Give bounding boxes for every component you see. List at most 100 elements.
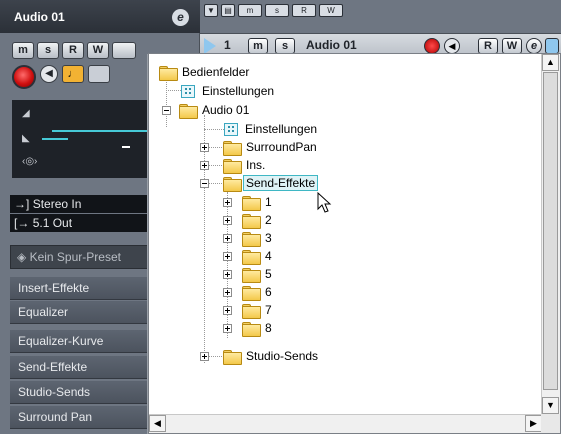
- tree-item-send-8[interactable]: 8: [223, 320, 275, 337]
- folder-icon: [223, 176, 242, 192]
- track-monitor-button[interactable]: ◀: [444, 38, 460, 54]
- track-record-button[interactable]: [424, 38, 440, 54]
- settings-icon: [181, 84, 195, 98]
- horizontal-scroll-track[interactable]: [167, 416, 523, 431]
- tree-label: Send-Effekte: [243, 175, 319, 191]
- track-name[interactable]: Audio 01: [306, 38, 357, 52]
- input-label: Stereo In: [32, 197, 82, 211]
- folder-icon: [179, 103, 198, 119]
- tree-item-send-1[interactable]: 1: [223, 194, 275, 211]
- tree-label: 5: [265, 267, 272, 281]
- preset-label: Kein Spur-Preset: [29, 250, 121, 264]
- track-write-button[interactable]: W: [502, 38, 522, 54]
- track-lanes-button[interactable]: [545, 38, 559, 54]
- tree-item-einstellungen-root[interactable]: Einstellungen: [181, 83, 277, 99]
- expand-icon[interactable]: [200, 160, 209, 170]
- global-mute-button[interactable]: m: [238, 4, 262, 17]
- folder-icon: [223, 349, 242, 365]
- output-label: 5.1 Out: [32, 216, 73, 230]
- tree-label: 6: [265, 285, 272, 299]
- track-number: 1: [224, 38, 231, 52]
- tree-item-send-6[interactable]: 6: [223, 284, 275, 301]
- tree-item-send-effekte[interactable]: Send-Effekte: [200, 175, 319, 192]
- expand-icon[interactable]: [223, 233, 232, 243]
- lanes-button[interactable]: [112, 42, 136, 59]
- vertical-scroll-thumb[interactable]: [543, 72, 558, 390]
- folder-icon: [223, 140, 242, 156]
- global-solo-button[interactable]: s: [265, 4, 289, 17]
- settings-icon: [224, 122, 238, 136]
- expand-icon[interactable]: [223, 287, 232, 297]
- inspector-button-row: m s R W: [12, 42, 136, 59]
- tree-label: SurroundPan: [246, 140, 317, 154]
- pan-marker: [122, 146, 130, 148]
- scroll-left-icon[interactable]: ◀: [149, 415, 166, 432]
- tree-label: Audio 01: [202, 103, 250, 117]
- solo-button[interactable]: s: [37, 42, 59, 59]
- track-read-button[interactable]: R: [478, 38, 498, 54]
- inspector-record-row: ◀ ♩: [12, 65, 110, 89]
- scroll-up-icon[interactable]: ▲: [542, 54, 559, 71]
- volume-icon: ◢: [22, 108, 30, 119]
- folder-icon: [242, 213, 261, 229]
- expand-icon[interactable]: [223, 305, 232, 315]
- folder-icon: [242, 231, 261, 247]
- expand-icon[interactable]: [223, 197, 232, 207]
- expand-icon[interactable]: [200, 142, 209, 152]
- tree-item-send-5[interactable]: 5: [223, 266, 275, 283]
- horizontal-scrollbar[interactable]: ◀ ▶: [149, 414, 542, 433]
- folder-icon: [223, 158, 242, 174]
- controls-tree-popup: Bedienfelder Einstellungen Audio 01 Eins…: [148, 53, 561, 434]
- input-icon: →]: [14, 197, 30, 211]
- mute-button[interactable]: m: [12, 42, 34, 59]
- global-write-button[interactable]: W: [319, 4, 343, 17]
- eq-icon: ◣: [22, 133, 30, 144]
- expand-icon[interactable]: [223, 215, 232, 225]
- mouse-cursor-icon: [317, 192, 332, 213]
- scroll-right-icon[interactable]: ▶: [525, 415, 542, 432]
- tree-line: [166, 90, 181, 91]
- musical-mode-icon[interactable]: ♩: [62, 65, 84, 83]
- tree-item-surroundpan[interactable]: SurroundPan: [200, 139, 320, 156]
- folder-icon: [159, 65, 178, 81]
- track-edit-button[interactable]: e: [526, 38, 542, 54]
- tree-item-send-7[interactable]: 7: [223, 302, 275, 319]
- tree-item-send-3[interactable]: 3: [223, 230, 275, 247]
- tree-item-einstellungen-track[interactable]: Einstellungen: [224, 121, 320, 137]
- vertical-scrollbar[interactable]: ▲ ▼: [541, 54, 560, 414]
- expand-icon[interactable]: [223, 251, 232, 261]
- tree-label: Einstellungen: [202, 84, 275, 98]
- global-read-button[interactable]: R: [292, 4, 316, 17]
- pan-icon: ‹◎›: [22, 156, 38, 167]
- track-mute-button[interactable]: m: [248, 38, 268, 54]
- scroll-down-icon[interactable]: ▼: [542, 397, 559, 414]
- collapse-icon[interactable]: [200, 178, 209, 188]
- tree-item-studio-sends[interactable]: Studio-Sends: [200, 348, 321, 365]
- collapse-icon[interactable]: ▼: [204, 4, 218, 17]
- tree-label: 1: [265, 195, 272, 209]
- edit-channel-icon[interactable]: e: [172, 9, 189, 26]
- expand-icon[interactable]: [223, 269, 232, 279]
- track-selected-arrow-icon: [204, 38, 216, 54]
- record-enable-button[interactable]: [12, 65, 36, 89]
- tree-line: [204, 129, 224, 130]
- lock-icon[interactable]: [88, 65, 110, 83]
- tree-item-bedienfelder[interactable]: Bedienfelder: [159, 64, 252, 81]
- write-button[interactable]: W: [87, 42, 109, 59]
- folder-icon: [242, 285, 261, 301]
- tree-item-send-2[interactable]: 2: [223, 212, 275, 229]
- track-solo-button[interactable]: s: [275, 38, 295, 54]
- scrollbar-corner: [541, 414, 560, 433]
- tree-item-ins[interactable]: Ins.: [200, 157, 268, 174]
- expand-icon[interactable]: [223, 323, 232, 333]
- collapse-icon[interactable]: [162, 105, 171, 115]
- tree-item-audio-01[interactable]: Audio 01: [162, 102, 252, 119]
- tree-label: 7: [265, 303, 272, 317]
- tree-item-send-4[interactable]: 4: [223, 248, 275, 265]
- tree-label: 4: [265, 249, 272, 263]
- view-icon[interactable]: ▤: [221, 4, 235, 17]
- expand-icon[interactable]: [200, 351, 209, 361]
- tree-label: 3: [265, 231, 272, 245]
- read-button[interactable]: R: [62, 42, 84, 59]
- monitor-button[interactable]: ◀: [40, 65, 58, 83]
